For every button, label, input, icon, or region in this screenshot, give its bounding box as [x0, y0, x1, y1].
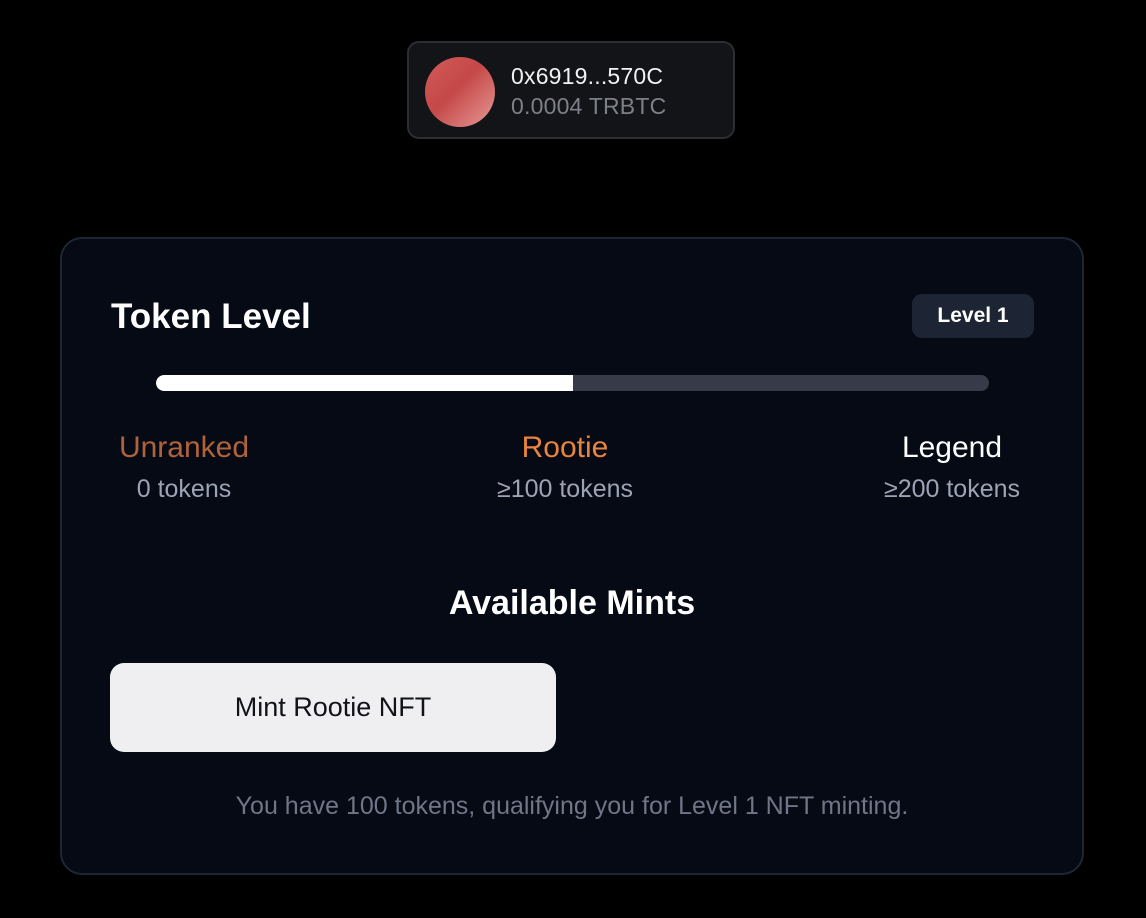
mint-rootie-nft-button[interactable]: Mint Rootie NFT [110, 663, 556, 752]
level-badge: Level 1 [912, 294, 1034, 338]
wallet-chip[interactable]: 0x6919...570C 0.0004 TRBTC [407, 41, 735, 139]
wallet-address: 0x6919...570C [511, 63, 664, 89]
tier-unranked: Unranked 0 tokens [96, 429, 272, 506]
wallet-balance: 0.0004 TRBTC [511, 93, 667, 119]
tier-requirement-rootie: ≥100 tokens [496, 475, 634, 503]
tier-name-legend: Legend [901, 431, 1003, 464]
token-level-card: Token Level Level 1 Unranked 0 tokens Ro… [60, 237, 1084, 875]
available-mints-title: Available Mints [448, 584, 696, 622]
qualification-note: You have 100 tokens, qualifying you for … [235, 792, 909, 820]
tier-name-unranked: Unranked [118, 431, 250, 464]
wallet-info: 0x6919...570C 0.0004 TRBTC [511, 61, 666, 121]
tier-requirement-unranked: 0 tokens [136, 475, 232, 503]
card-title: Token Level [111, 297, 311, 336]
tier-legend: Legend ≥200 tokens [862, 429, 1042, 506]
level-progress-fill [156, 375, 573, 391]
tier-requirement-legend: ≥200 tokens [883, 475, 1021, 503]
avatar [425, 57, 495, 127]
tier-name-rootie: Rootie [521, 431, 609, 464]
level-progress-bar [156, 375, 989, 391]
tier-rootie: Rootie ≥100 tokens [482, 429, 648, 506]
